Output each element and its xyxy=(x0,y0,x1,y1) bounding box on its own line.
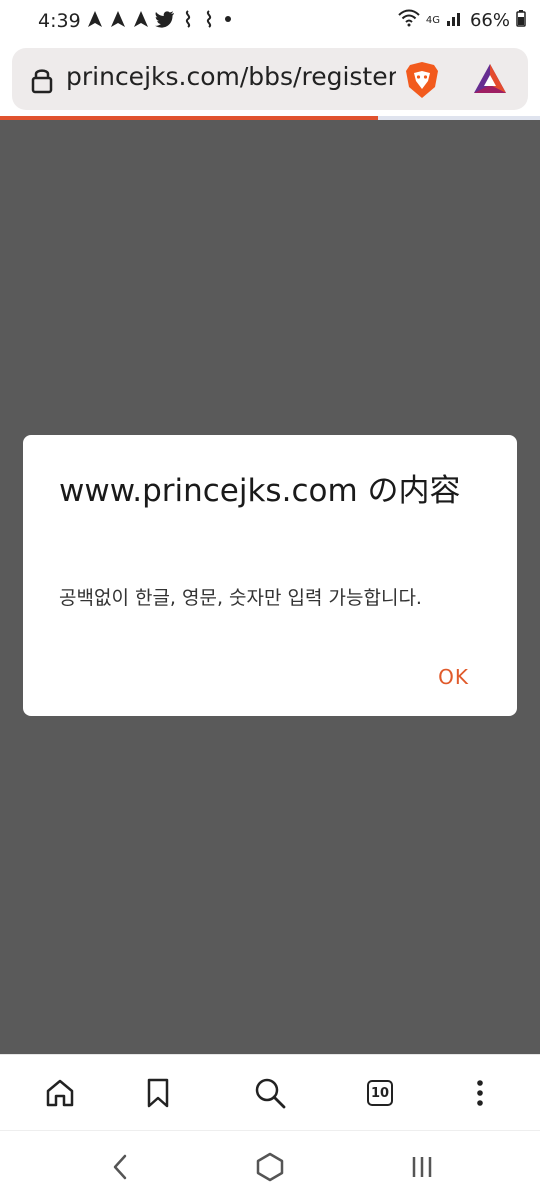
dialog-title: www.princejks.com の内容 xyxy=(59,473,461,509)
address-bar[interactable]: princejks.com/bbs/register xyxy=(12,48,528,110)
navigation-arrow-icon xyxy=(109,10,127,28)
back-icon[interactable] xyxy=(102,1149,138,1185)
system-navigation-bar xyxy=(0,1130,540,1201)
alert-dialog: www.princejks.com の内容 공백없이 한글, 영문, 숫자만 입… xyxy=(23,435,517,716)
lock-icon[interactable] xyxy=(30,66,54,98)
browser-toolbar: 10 xyxy=(0,1054,540,1131)
battery-icon xyxy=(516,9,526,31)
status-bar: 4:39 4G 66% xyxy=(0,0,540,44)
search-icon[interactable] xyxy=(252,1075,288,1111)
ok-button[interactable]: OK xyxy=(438,665,469,689)
wifi-icon xyxy=(398,9,420,31)
app-notification-icon xyxy=(201,10,217,28)
menu-icon[interactable] xyxy=(462,1075,498,1111)
bookmark-icon[interactable] xyxy=(140,1075,176,1111)
status-right: 4G 66% xyxy=(398,9,526,31)
dialog-message: 공백없이 한글, 영문, 숫자만 입력 가능합니다. xyxy=(59,587,422,609)
app-notification-icon xyxy=(180,10,196,28)
brave-shields-icon[interactable] xyxy=(404,61,440,103)
notification-icons xyxy=(86,10,234,28)
twitter-icon xyxy=(155,10,175,28)
home-button-icon[interactable] xyxy=(252,1149,288,1185)
signal-icon xyxy=(446,9,464,31)
navigation-arrow-icon xyxy=(86,10,104,28)
recents-icon[interactable] xyxy=(404,1149,440,1185)
tab-counter[interactable]: 10 xyxy=(362,1075,398,1111)
url-text[interactable]: princejks.com/bbs/register xyxy=(66,62,396,96)
navigation-arrow-icon xyxy=(132,10,150,28)
battery-percent: 66% xyxy=(469,9,510,31)
more-dot-icon xyxy=(222,10,234,28)
brave-rewards-icon[interactable] xyxy=(472,61,508,101)
tab-count: 10 xyxy=(367,1080,393,1106)
home-icon[interactable] xyxy=(42,1075,78,1111)
network-type: 4G xyxy=(425,14,440,26)
status-time: 4:39 xyxy=(38,10,81,32)
address-bar-area: princejks.com/bbs/register xyxy=(0,44,540,116)
